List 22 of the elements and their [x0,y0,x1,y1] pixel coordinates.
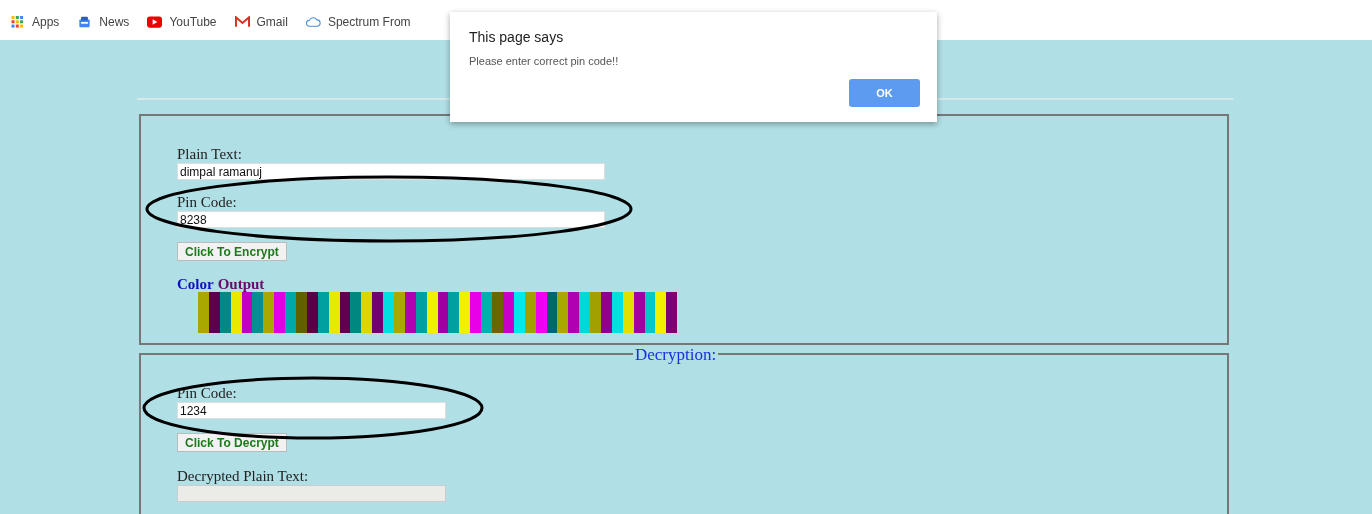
decrypt-button[interactable]: Click To Decrypt [177,433,287,452]
bookmark-link[interactable]: Gmail [234,15,288,29]
encrypt-button[interactable]: Click To Encrypt [177,242,287,261]
output-heading: Output [217,277,265,292]
field-label: Decrypted Plain Text: [177,468,309,485]
mail-icon [234,16,250,28]
bookmark-link[interactable]: YouTube [147,15,217,29]
field-label: Pin Code: [177,194,237,211]
dialog-message: Please enter correct pin code!! [469,55,620,67]
apps-grid-icon [10,16,25,28]
plain-text-field[interactable]: dimpal ramanuj [177,163,605,180]
newspaper-icon [77,16,93,28]
bookmark-link[interactable]: Apps [10,15,60,29]
bookmark-link[interactable]: Spectrum From [305,15,411,29]
cloud-icon [305,16,321,28]
pin-code-field[interactable]: 8238 [177,211,605,228]
dialog-title: This page says [469,29,565,45]
pin-code-field[interactable]: 1234 [177,402,446,419]
output-heading: Color [177,277,214,292]
play-icon [147,16,163,28]
field-label: Plain Text: [177,146,242,163]
bookmark-link[interactable]: News [77,15,130,29]
